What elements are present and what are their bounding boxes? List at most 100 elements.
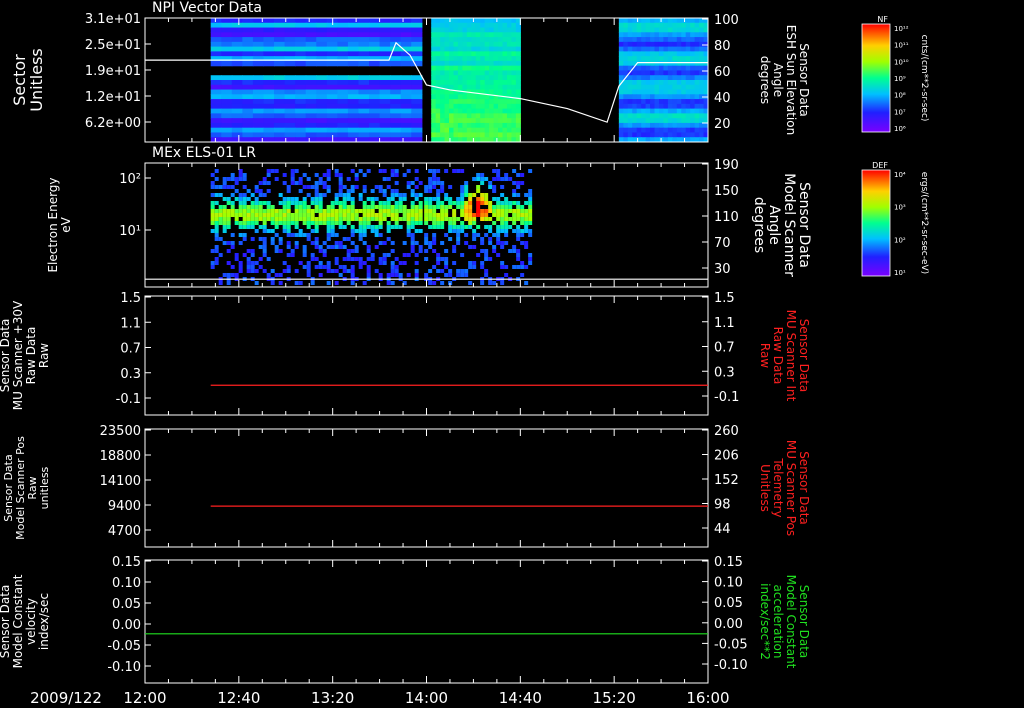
spectrogram-cell xyxy=(305,80,317,86)
spectrogram-cell xyxy=(350,257,355,261)
spectrogram-cell xyxy=(230,193,235,197)
spectrogram-cell xyxy=(314,237,319,241)
spectrogram-cell xyxy=(484,27,490,33)
spectrogram-cell xyxy=(366,273,371,277)
spectrogram-cell xyxy=(210,118,222,124)
spectrogram-cell xyxy=(406,225,411,229)
spectrogram-cell xyxy=(476,197,481,201)
spectrogram-cell xyxy=(318,249,323,253)
spectrogram-cell xyxy=(444,22,450,29)
spectrogram-cell xyxy=(310,213,315,217)
spectrogram-cell xyxy=(250,221,255,225)
spectrogram-cell xyxy=(358,257,363,261)
spectrogram-cell xyxy=(444,70,450,76)
spectrogram-cell xyxy=(500,225,505,229)
spectrogram-cell xyxy=(406,273,411,277)
spectrogram-cell xyxy=(504,205,509,209)
spectrogram-cell xyxy=(262,269,267,273)
y-tick-label: 10¹ xyxy=(119,224,141,239)
spectrogram-cell xyxy=(645,127,651,134)
spectrogram-cell xyxy=(654,103,660,110)
spectrogram-cell xyxy=(452,217,457,221)
spectrogram-cell xyxy=(222,225,227,229)
spectrogram-cell xyxy=(252,80,265,86)
spectrogram-cell xyxy=(428,197,433,201)
spectrogram-cell xyxy=(480,75,486,81)
spectrogram-cell xyxy=(480,249,485,253)
spectrogram-cell xyxy=(354,229,359,233)
spectrogram-cell xyxy=(226,213,231,217)
spectrogram-cell xyxy=(456,273,461,277)
spectrogram-cell xyxy=(453,113,459,119)
spectrogram-cell xyxy=(254,185,259,189)
spectrogram-cell xyxy=(250,201,255,205)
spectrogram-cell xyxy=(369,99,381,105)
spectrogram-cell xyxy=(347,75,360,81)
spectrogram-cell xyxy=(632,75,638,81)
spectrogram-cell xyxy=(636,70,642,76)
spectrogram-cell xyxy=(350,233,355,237)
spectrogram-cell xyxy=(337,99,349,105)
right-axis-label: Raw Data xyxy=(771,327,785,385)
spectrogram-cell xyxy=(436,261,441,265)
spectrogram-cell xyxy=(658,65,665,72)
spectrogram-cell xyxy=(457,99,463,105)
spectrogram-cell xyxy=(302,233,307,237)
spectrogram-cell xyxy=(326,261,331,265)
spectrogram-cell xyxy=(230,205,235,209)
spectrogram-cell xyxy=(690,60,696,67)
spectrogram-cell xyxy=(493,103,499,110)
spectrogram-cell xyxy=(672,18,678,24)
spectrogram-cell xyxy=(390,103,402,110)
spectrogram-cell xyxy=(468,209,473,213)
spectrogram-cell xyxy=(378,233,383,237)
spectrogram-cell xyxy=(390,32,402,38)
spectrogram-cell xyxy=(358,265,363,269)
spectrogram-cell xyxy=(338,209,343,213)
spectrogram-cell xyxy=(379,103,391,110)
spectrogram-cell xyxy=(453,99,459,105)
spectrogram-cell xyxy=(386,209,391,213)
spectrogram-cell xyxy=(346,177,351,181)
spectrogram-cell xyxy=(681,89,687,95)
spectrogram-cell xyxy=(294,281,299,285)
spectrogram-cell xyxy=(502,118,508,124)
spectrogram-cell xyxy=(500,201,505,205)
spectrogram-cell xyxy=(242,41,254,48)
spectrogram-cell xyxy=(278,217,283,221)
spectrogram-cell xyxy=(295,46,307,52)
spectrogram-cell xyxy=(502,37,508,43)
spectrogram-cell xyxy=(498,113,504,119)
spectrogram-cell xyxy=(641,46,647,52)
spectrogram-cell xyxy=(326,108,338,114)
spectrogram-cell xyxy=(326,99,338,105)
spectrogram-cell xyxy=(493,89,499,95)
spectrogram-cell xyxy=(382,169,387,173)
spectrogram-cell xyxy=(274,51,286,57)
spectrogram-cell xyxy=(263,132,275,138)
spectrogram-cell xyxy=(334,197,339,201)
spectrogram-cell xyxy=(488,205,493,209)
spectrogram-cell xyxy=(627,75,633,81)
spectrogram-cell xyxy=(480,46,486,52)
spectrogram-cell xyxy=(242,22,254,29)
spectrogram-cell xyxy=(498,132,504,138)
spectrogram-cell xyxy=(379,41,391,48)
spectrogram-cell xyxy=(362,217,367,221)
spectrogram-cell xyxy=(452,169,457,173)
spectrogram-cell xyxy=(515,80,521,86)
spectrogram-cell xyxy=(444,213,449,217)
spectrogram-cell xyxy=(306,265,311,269)
spectrogram-cell xyxy=(618,127,624,134)
spectrogram-cell xyxy=(460,273,465,277)
spectrogram-cell xyxy=(462,103,468,110)
spectrogram-cell xyxy=(411,37,423,43)
spectrogram-cell xyxy=(358,233,363,237)
spectrogram-cell xyxy=(672,37,678,43)
colorbar-1: NF10¹²10¹¹10¹⁰10⁹10⁸10⁷10⁶cnts/(cm**2-sr… xyxy=(861,15,929,133)
spectrogram-cell xyxy=(667,32,673,38)
spectrogram-cell xyxy=(457,18,463,24)
right-tick-label: 150 xyxy=(714,184,739,199)
spectrogram-cell xyxy=(636,118,642,124)
spectrogram-cell xyxy=(484,132,490,138)
